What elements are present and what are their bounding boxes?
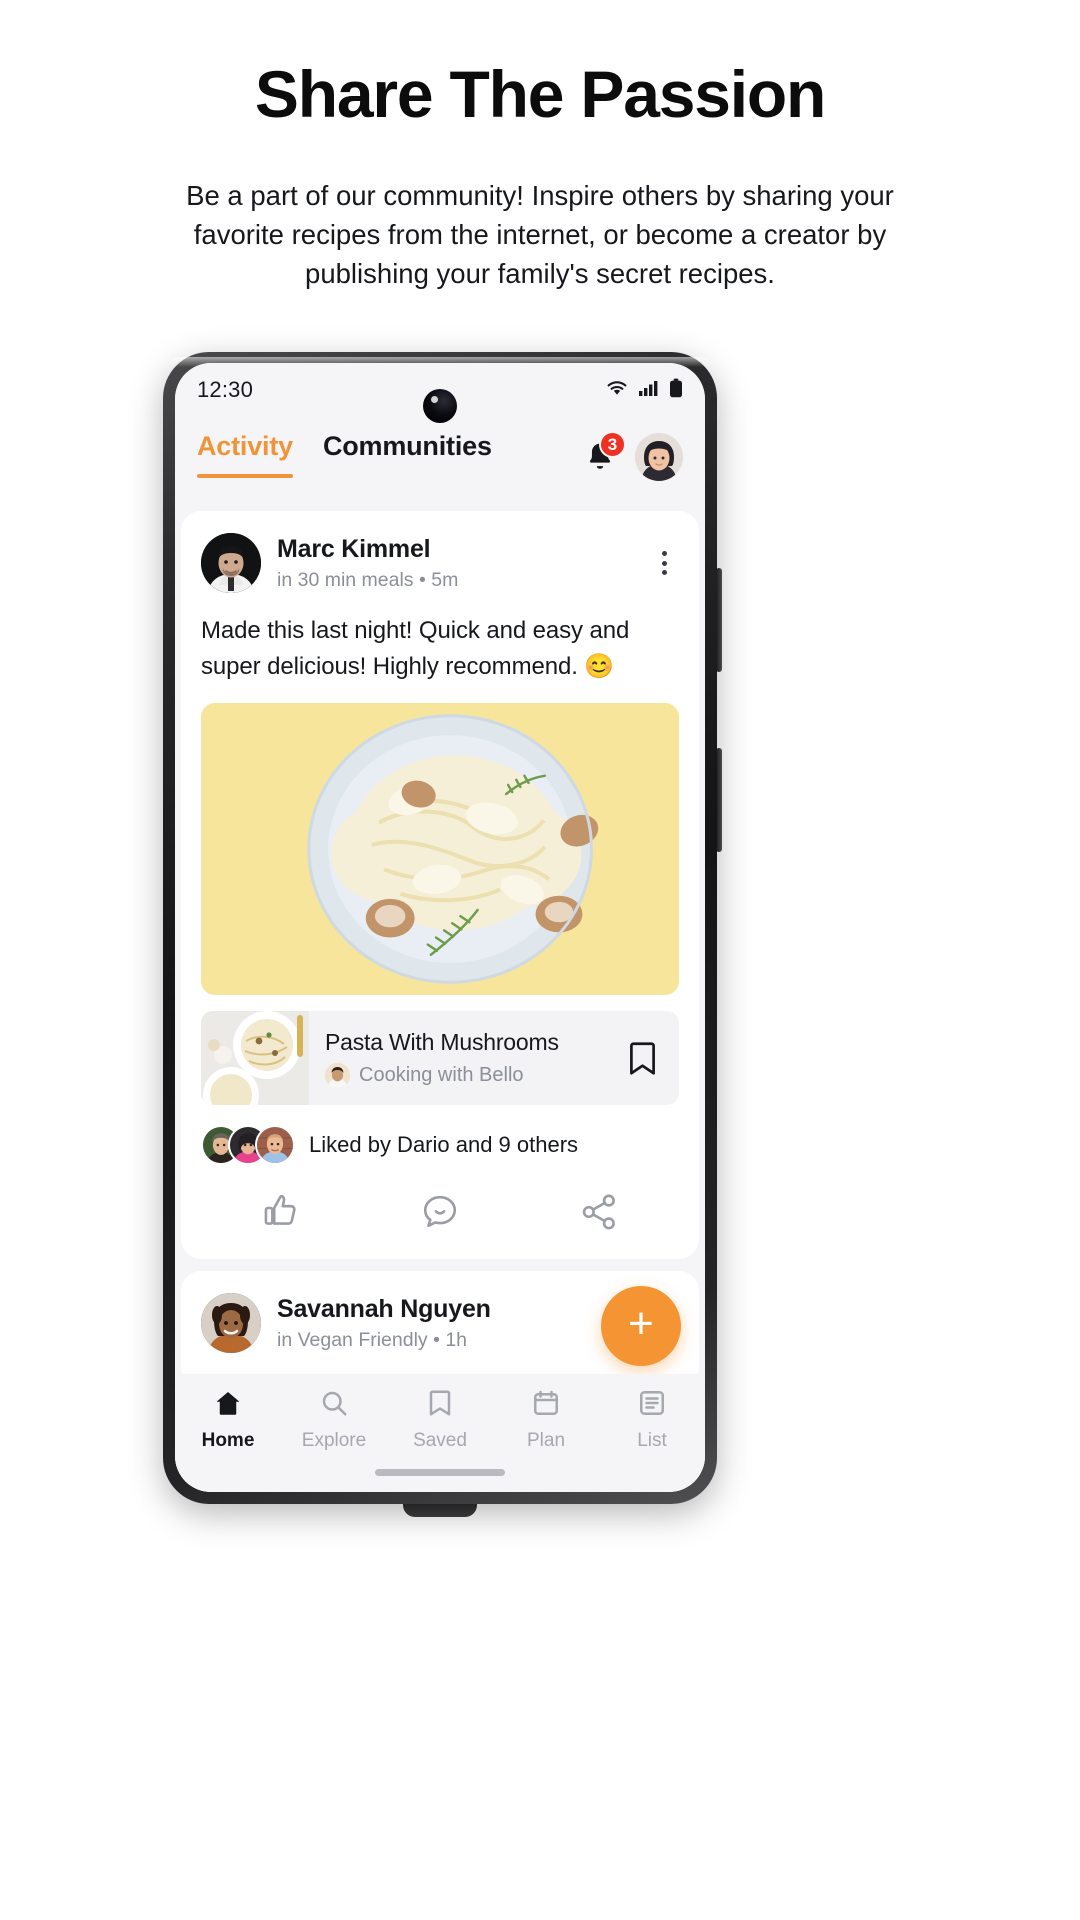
- recipe-info: Pasta With Mushrooms Cooking with Bello: [309, 1029, 605, 1088]
- post-text: Made this last night! Quick and easy and…: [201, 617, 630, 680]
- recipe-creator-avatar: [325, 1062, 350, 1088]
- nav-label-list: List: [637, 1430, 667, 1451]
- recipe-title: Pasta With Mushrooms: [325, 1028, 559, 1055]
- share-icon: [579, 1192, 619, 1237]
- phone-screen: 12:30 Activity Communities 3 Marc Kimmel…: [175, 363, 705, 1492]
- page-title: Share The Passion: [254, 57, 826, 131]
- thumbs-up-icon: [261, 1192, 301, 1237]
- search-icon: [319, 1388, 349, 1423]
- notification-bell-icon: [583, 443, 617, 478]
- post-author-avatar[interactable]: [201, 533, 261, 593]
- nav-label-saved: Saved: [413, 1430, 467, 1451]
- tab-communities[interactable]: Communities: [323, 431, 492, 478]
- post-header: Marc Kimmel in 30 min meals • 5m: [201, 533, 679, 593]
- plus-icon: +: [628, 1299, 654, 1348]
- likes-row[interactable]: Liked by Dario and 9 others: [201, 1125, 679, 1165]
- liked-by-avatars: [201, 1125, 295, 1165]
- status-bar-time: 12:30: [197, 377, 254, 402]
- tab-activity[interactable]: Activity: [197, 431, 293, 478]
- recipe-thumbnail: [201, 1011, 309, 1105]
- home-icon: [213, 1388, 243, 1423]
- post-meta: in Vegan Friendly • 1h: [277, 1328, 468, 1351]
- recipe-creator-name: Cooking with Bello: [359, 1063, 524, 1086]
- more-options-icon[interactable]: [649, 545, 679, 581]
- nav-item-home[interactable]: Home: [175, 1388, 281, 1452]
- bookmark-icon[interactable]: [605, 1040, 679, 1077]
- front-camera-punchhole: [423, 389, 457, 423]
- comment-bubble-icon: [420, 1192, 460, 1237]
- post-author-name: Savannah Nguyen: [277, 1294, 491, 1323]
- recipe-chip[interactable]: Pasta With Mushrooms Cooking with Bello: [201, 1011, 679, 1105]
- nav-item-list[interactable]: List: [599, 1388, 705, 1452]
- share-button[interactable]: [520, 1175, 679, 1253]
- post-card: Marc Kimmel in 30 min meals • 5m Made th…: [181, 511, 699, 1259]
- nav-item-saved[interactable]: Saved: [387, 1388, 493, 1452]
- list-icon: [637, 1388, 667, 1423]
- post-meta: in 30 min meals • 5m: [277, 568, 459, 591]
- cellular-signal-icon: [638, 379, 660, 402]
- tab-activity-label: Activity: [197, 431, 293, 461]
- phone-body: 12:30 Activity Communities 3 Marc Kimmel…: [163, 352, 717, 1504]
- create-post-fab[interactable]: +: [601, 1286, 681, 1366]
- hero-section: Share The Passion Be a part of our commu…: [0, 0, 1080, 293]
- tab-communities-label: Communities: [322, 431, 492, 461]
- nav-label-home: Home: [201, 1430, 255, 1451]
- comment-button[interactable]: [360, 1175, 519, 1253]
- notifications-button[interactable]: 3: [583, 431, 626, 474]
- like-avatar: [255, 1125, 295, 1165]
- likes-text: Liked by Dario and 9 others: [309, 1132, 579, 1157]
- calendar-icon: [531, 1388, 561, 1423]
- post-author-name: Marc Kimmel: [277, 534, 431, 563]
- post-actions: [201, 1175, 679, 1253]
- bookmark-icon: [425, 1388, 455, 1423]
- status-bar-indicators: [605, 378, 683, 403]
- nav-item-plan[interactable]: Plan: [493, 1388, 599, 1452]
- post-author-block: Savannah Nguyen in Vegan Friendly • 1h: [277, 1295, 491, 1352]
- battery-icon: [669, 378, 683, 403]
- nav-label-plan: Plan: [526, 1430, 566, 1451]
- header-actions: 3: [583, 431, 683, 481]
- avatar[interactable]: [635, 433, 683, 481]
- nav-label-explore: Explore: [301, 1430, 367, 1451]
- home-indicator[interactable]: [375, 1469, 505, 1476]
- notification-badge: 3: [599, 431, 626, 458]
- nav-item-explore[interactable]: Explore: [281, 1388, 387, 1452]
- recipe-creator-row: Cooking with Bello: [325, 1062, 589, 1088]
- like-button[interactable]: [201, 1175, 360, 1253]
- page-subtitle: Be a part of our community! Inspire othe…: [186, 179, 894, 289]
- phone-mockup: 12:30 Activity Communities 3 Marc Kimmel…: [163, 352, 722, 1517]
- top-tabs: Activity Communities: [197, 431, 492, 478]
- post-photo[interactable]: [201, 703, 679, 995]
- post-author-avatar[interactable]: [201, 1293, 261, 1353]
- app-header: Activity Communities 3: [175, 417, 705, 481]
- post-author-block: Marc Kimmel in 30 min meals • 5m: [277, 535, 458, 592]
- wifi-icon: [605, 379, 629, 402]
